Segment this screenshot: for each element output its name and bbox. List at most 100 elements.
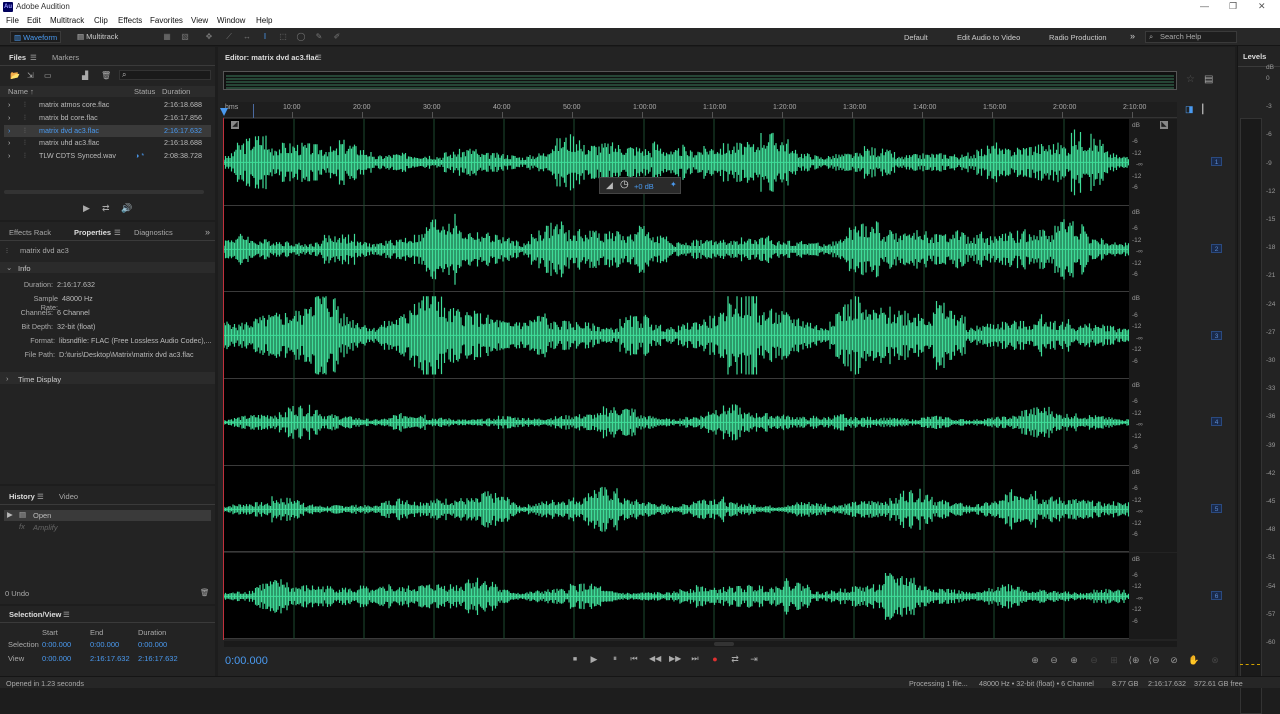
time-display-expand-icon[interactable]: › bbox=[6, 374, 9, 383]
menu-multitrack[interactable]: Multitrack bbox=[50, 16, 84, 25]
files-menu-icon[interactable]: ☰ bbox=[30, 53, 37, 62]
selection-end[interactable]: 0:00.000 bbox=[90, 640, 119, 649]
menu-file[interactable]: File bbox=[6, 16, 19, 25]
loop-preview-icon[interactable]: ⇄ bbox=[102, 203, 110, 214]
panel-overflow-icon[interactable]: » bbox=[205, 227, 210, 237]
expand-icon[interactable]: › bbox=[8, 112, 10, 124]
expand-icon[interactable]: › bbox=[8, 125, 10, 137]
zoom-in-amplitude-icon[interactable]: ⊕ bbox=[1028, 655, 1042, 666]
menu-clip[interactable]: Clip bbox=[94, 16, 108, 25]
overview-navigator[interactable] bbox=[223, 71, 1177, 90]
files-filter-input[interactable]: ⌕ bbox=[119, 70, 211, 80]
view-end[interactable]: 2:16:17.632 bbox=[90, 654, 130, 663]
fast-forward-icon[interactable]: ▶▶ bbox=[669, 654, 681, 663]
marquee-tool-icon[interactable]: ⬚ bbox=[278, 32, 288, 42]
selection-duration[interactable]: 0:00.000 bbox=[138, 640, 167, 649]
editor-menu-icon[interactable]: ☰ bbox=[315, 53, 322, 62]
import-file-icon[interactable]: ⇲ bbox=[27, 71, 34, 80]
workspace-radio-production[interactable]: Radio Production bbox=[1049, 33, 1107, 42]
pin-icon[interactable]: ┃ bbox=[1200, 104, 1205, 115]
expand-icon[interactable]: › bbox=[8, 150, 10, 162]
minimize-icon[interactable]: — bbox=[1200, 1, 1209, 11]
zoom-selection-icon[interactable]: ⊘ bbox=[1167, 655, 1181, 666]
workspace-edit-audio-to-video[interactable]: Edit Audio to Video bbox=[957, 33, 1020, 42]
info-section-title[interactable]: Info bbox=[18, 264, 31, 273]
channel-track[interactable]: dB -6 -12 -∞ -12 -6 bbox=[224, 119, 1177, 206]
current-time[interactable]: 0:00.000 bbox=[225, 655, 268, 667]
history-item-open[interactable]: ▶ ▤ Open bbox=[4, 510, 211, 521]
razor-tool-icon[interactable]: ⟋ bbox=[224, 32, 234, 42]
zoom-out-point-icon[interactable]: ⟨⊖ bbox=[1147, 655, 1161, 666]
delete-file-icon[interactable]: 🗑 bbox=[101, 71, 111, 80]
view-duration[interactable]: 2:16:17.632 bbox=[138, 654, 178, 663]
auto-play-icon[interactable]: 🔊 bbox=[121, 203, 132, 214]
file-row[interactable]: › ⫶ matrix bd core.flac 2:16:17.856 bbox=[4, 112, 211, 124]
tab-files[interactable]: Files bbox=[9, 53, 26, 62]
channel-track[interactable]: dB -6 -12 -∞ -12 -6 bbox=[224, 292, 1177, 380]
selection-view-menu-icon[interactable]: ☰ bbox=[63, 610, 70, 619]
info-expand-icon[interactable]: ⌄ bbox=[6, 263, 12, 272]
column-duration[interactable]: Duration bbox=[162, 87, 190, 96]
file-row[interactable]: › ⫶ TLW CDTS Synced.wav ◑ * 2:08:38.728 bbox=[4, 150, 211, 162]
channel-track[interactable]: dB -6 -12 -∞ -12 -6 bbox=[224, 205, 1177, 293]
expand-icon[interactable]: › bbox=[8, 137, 10, 149]
tab-markers[interactable]: Markers bbox=[52, 53, 79, 62]
channel-map-icon[interactable]: ▤ bbox=[1204, 74, 1213, 85]
zoom-full-icon[interactable]: ⊞ bbox=[1107, 655, 1121, 666]
fade-in-handle-icon[interactable]: ◢ bbox=[231, 121, 239, 129]
channel-badge[interactable]: 3 bbox=[1211, 330, 1222, 340]
maximize-icon[interactable]: ❐ bbox=[1229, 1, 1237, 12]
channel-track[interactable]: dB -6 -12 -∞ -12 -6 bbox=[224, 379, 1177, 466]
fade-out-handle-icon[interactable]: ◣ bbox=[1160, 121, 1168, 129]
scroll-thumb[interactable] bbox=[714, 642, 734, 646]
gain-value[interactable]: +0 dB bbox=[634, 182, 654, 191]
channel-badge[interactable]: 2 bbox=[1211, 244, 1222, 254]
channel-badge[interactable]: 5 bbox=[1211, 504, 1222, 514]
go-to-start-icon[interactable]: ⏮ bbox=[628, 654, 640, 664]
history-menu-icon[interactable]: ☰ bbox=[37, 492, 44, 501]
tab-diagnostics[interactable]: Diagnostics bbox=[134, 228, 173, 237]
time-display-section[interactable]: Time Display bbox=[18, 375, 61, 384]
tab-properties[interactable]: Properties bbox=[74, 228, 111, 237]
selection-view-title[interactable]: Selection/View bbox=[9, 610, 61, 619]
workspace-default[interactable]: Default bbox=[904, 33, 928, 42]
file-row[interactable]: › ⫶ matrix atmos core.flac 2:16:18.688 bbox=[4, 99, 211, 111]
snap-icon[interactable]: ◨ bbox=[1185, 104, 1194, 115]
gain-knob-icon[interactable]: ◷ bbox=[620, 179, 629, 190]
zoom-in-time-icon[interactable]: ⊕ bbox=[1067, 655, 1081, 666]
tab-history[interactable]: History bbox=[9, 492, 35, 501]
slip-tool-icon[interactable]: ↔ bbox=[242, 32, 252, 42]
tab-effects-rack[interactable]: Effects Rack bbox=[9, 228, 51, 237]
editor-scrollbar[interactable] bbox=[224, 641, 1177, 647]
lasso-tool-icon[interactable]: ◯ bbox=[296, 32, 306, 42]
expand-icon[interactable]: › bbox=[8, 99, 10, 111]
files-scrollbar[interactable] bbox=[4, 190, 204, 194]
editor-tab[interactable]: Editor: matrix dvd ac3.flac bbox=[225, 53, 319, 62]
insert-multitrack-icon[interactable]: ▟ bbox=[82, 71, 88, 80]
timeline-ruler[interactable]: hms 10:00 20:00 30:00 40:00 50:00 1:00:0… bbox=[220, 102, 1177, 118]
brush-tool-icon[interactable]: ✎ bbox=[314, 32, 324, 42]
column-name[interactable]: Name ↑ bbox=[8, 87, 34, 96]
record-icon[interactable]: ● bbox=[709, 654, 721, 664]
menu-view[interactable]: View bbox=[191, 16, 208, 25]
zoom-hand-icon[interactable]: ✋ bbox=[1187, 655, 1201, 666]
column-status[interactable]: Status bbox=[134, 87, 155, 96]
stop-icon[interactable]: ■ bbox=[569, 656, 581, 663]
selection-start[interactable]: 0:00.000 bbox=[42, 640, 71, 649]
channel-track[interactable]: dB -6 -12 -∞ -12 -6 bbox=[224, 552, 1177, 640]
close-icon[interactable]: ✕ bbox=[1258, 1, 1266, 12]
clear-history-icon[interactable]: 🗑 bbox=[200, 588, 210, 597]
channel-badge[interactable]: 4 bbox=[1211, 417, 1222, 427]
menu-favorites[interactable]: Favorites bbox=[150, 16, 183, 25]
loop-playback-icon[interactable]: ⇄ bbox=[729, 654, 741, 665]
zoom-out-amplitude-icon[interactable]: ⊖ bbox=[1047, 655, 1061, 666]
menu-effects[interactable]: Effects bbox=[118, 16, 142, 25]
rewind-icon[interactable]: ◀◀ bbox=[649, 654, 661, 663]
menu-window[interactable]: Window bbox=[217, 16, 245, 25]
menu-help[interactable]: Help bbox=[256, 16, 272, 25]
zoom-favorite-icon[interactable]: ☆ bbox=[1186, 74, 1195, 85]
new-file-icon[interactable]: ▭ bbox=[44, 71, 52, 80]
waveform-view-button[interactable]: ▥ Waveform bbox=[10, 31, 62, 43]
multitrack-view-button[interactable]: ▤ Multitrack bbox=[74, 31, 121, 43]
spectral-display-icon[interactable]: ▦ bbox=[162, 32, 172, 42]
